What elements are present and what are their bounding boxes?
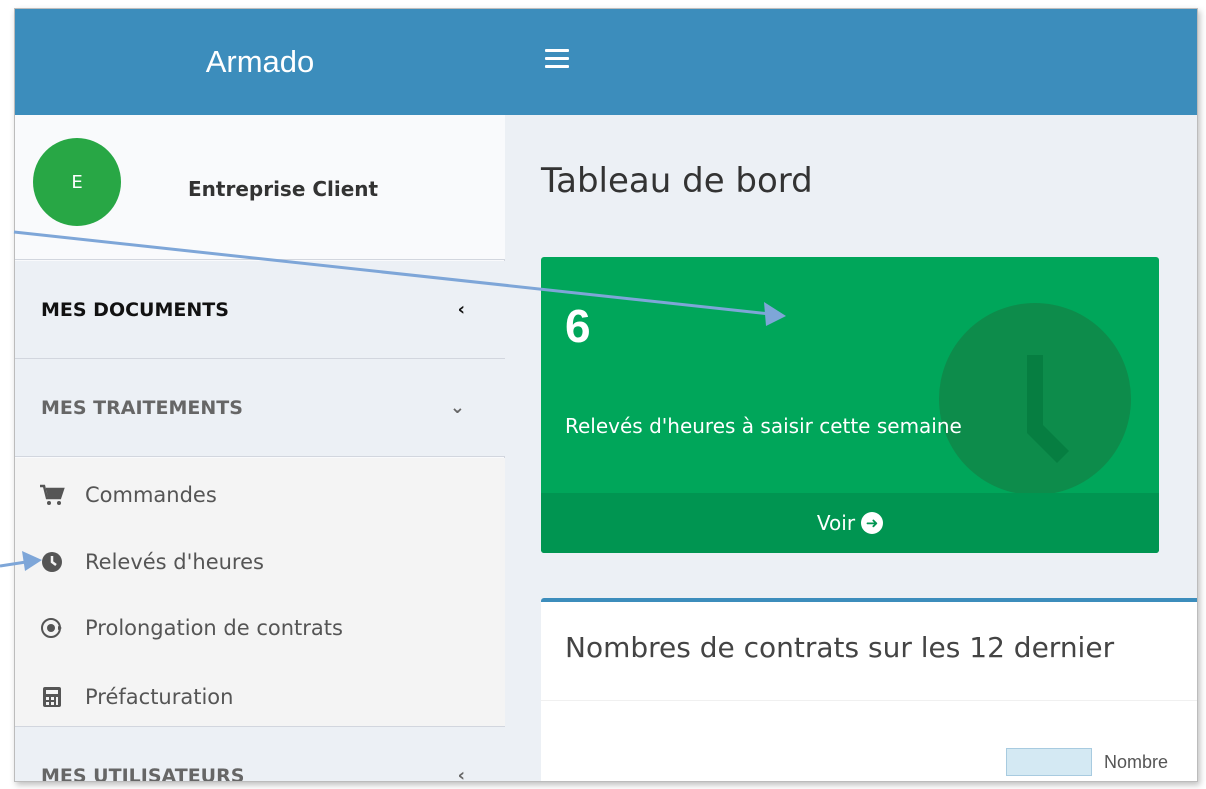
- sidebar: E Entreprise Client MES DOCUMENTS ‹ MES …: [15, 115, 505, 782]
- sidebar-item-label: Préfacturation: [85, 685, 234, 709]
- voir-label: Voir: [816, 511, 856, 535]
- avatar: E: [33, 138, 121, 226]
- contract-extend-icon: [39, 617, 65, 639]
- sidebar-item-label: Relevés d'heures: [85, 550, 264, 574]
- section-label: MES UTILISATEURS: [41, 764, 245, 782]
- user-panel: E Entreprise Client: [15, 115, 505, 260]
- app-logo[interactable]: Armado: [15, 9, 505, 115]
- page-title: Tableau de bord: [541, 161, 813, 201]
- main-content: Tableau de bord 6 Relevés d'heures à sai…: [506, 115, 1197, 781]
- contracts-chart-box: Nombres de contrats sur les 12 dernier N…: [541, 598, 1197, 781]
- calculator-icon: [39, 686, 65, 708]
- legend-swatch: [1006, 748, 1092, 776]
- sidebar-item-prolongation-contrats[interactable]: Prolongation de contrats: [15, 603, 505, 653]
- chart-box-title: Nombres de contrats sur les 12 dernier: [565, 631, 1115, 664]
- sidebar-section-mes-utilisateurs[interactable]: MES UTILISATEURS ‹: [15, 727, 505, 782]
- chevron-left-icon: ‹: [457, 765, 465, 782]
- stat-description: Relevés d'heures à saisir cette semaine: [565, 414, 962, 438]
- sidebar-item-prefacturation[interactable]: Préfacturation: [15, 672, 505, 722]
- divider: [541, 700, 1197, 701]
- user-name: Entreprise Client: [188, 177, 379, 201]
- legend-label: Nombre: [1104, 751, 1169, 772]
- top-navbar: Armado: [15, 9, 1197, 115]
- cart-icon: [39, 484, 65, 506]
- arrow-circle-right-icon: ➜: [861, 512, 884, 534]
- app-window: Armado E Entreprise Client MES DOCUMENTS…: [14, 8, 1198, 782]
- sidebar-item-label: Commandes: [85, 483, 217, 507]
- stat-count: 6: [565, 300, 591, 352]
- clock-icon: [939, 303, 1131, 495]
- sidebar-item-commandes[interactable]: Commandes: [15, 470, 505, 520]
- sidebar-item-releves-heures[interactable]: Relevés d'heures: [15, 537, 505, 587]
- chevron-down-icon: ⌄: [449, 397, 465, 418]
- sidebar-section-mes-documents[interactable]: MES DOCUMENTS ‹: [15, 261, 505, 359]
- chevron-left-icon: ‹: [457, 299, 465, 320]
- clock-icon: [39, 551, 65, 573]
- chart-legend: Nombre: [1006, 748, 1168, 776]
- sidebar-section-mes-traitements[interactable]: MES TRAITEMENTS ⌄: [15, 359, 505, 457]
- section-label: MES DOCUMENTS: [41, 298, 229, 321]
- voir-link[interactable]: Voir ➜: [541, 493, 1159, 553]
- stat-box-releves: 6 Relevés d'heures à saisir cette semain…: [541, 257, 1159, 553]
- sidebar-item-label: Prolongation de contrats: [85, 616, 343, 640]
- section-label: MES TRAITEMENTS: [41, 396, 243, 419]
- hamburger-menu-icon[interactable]: [545, 49, 569, 71]
